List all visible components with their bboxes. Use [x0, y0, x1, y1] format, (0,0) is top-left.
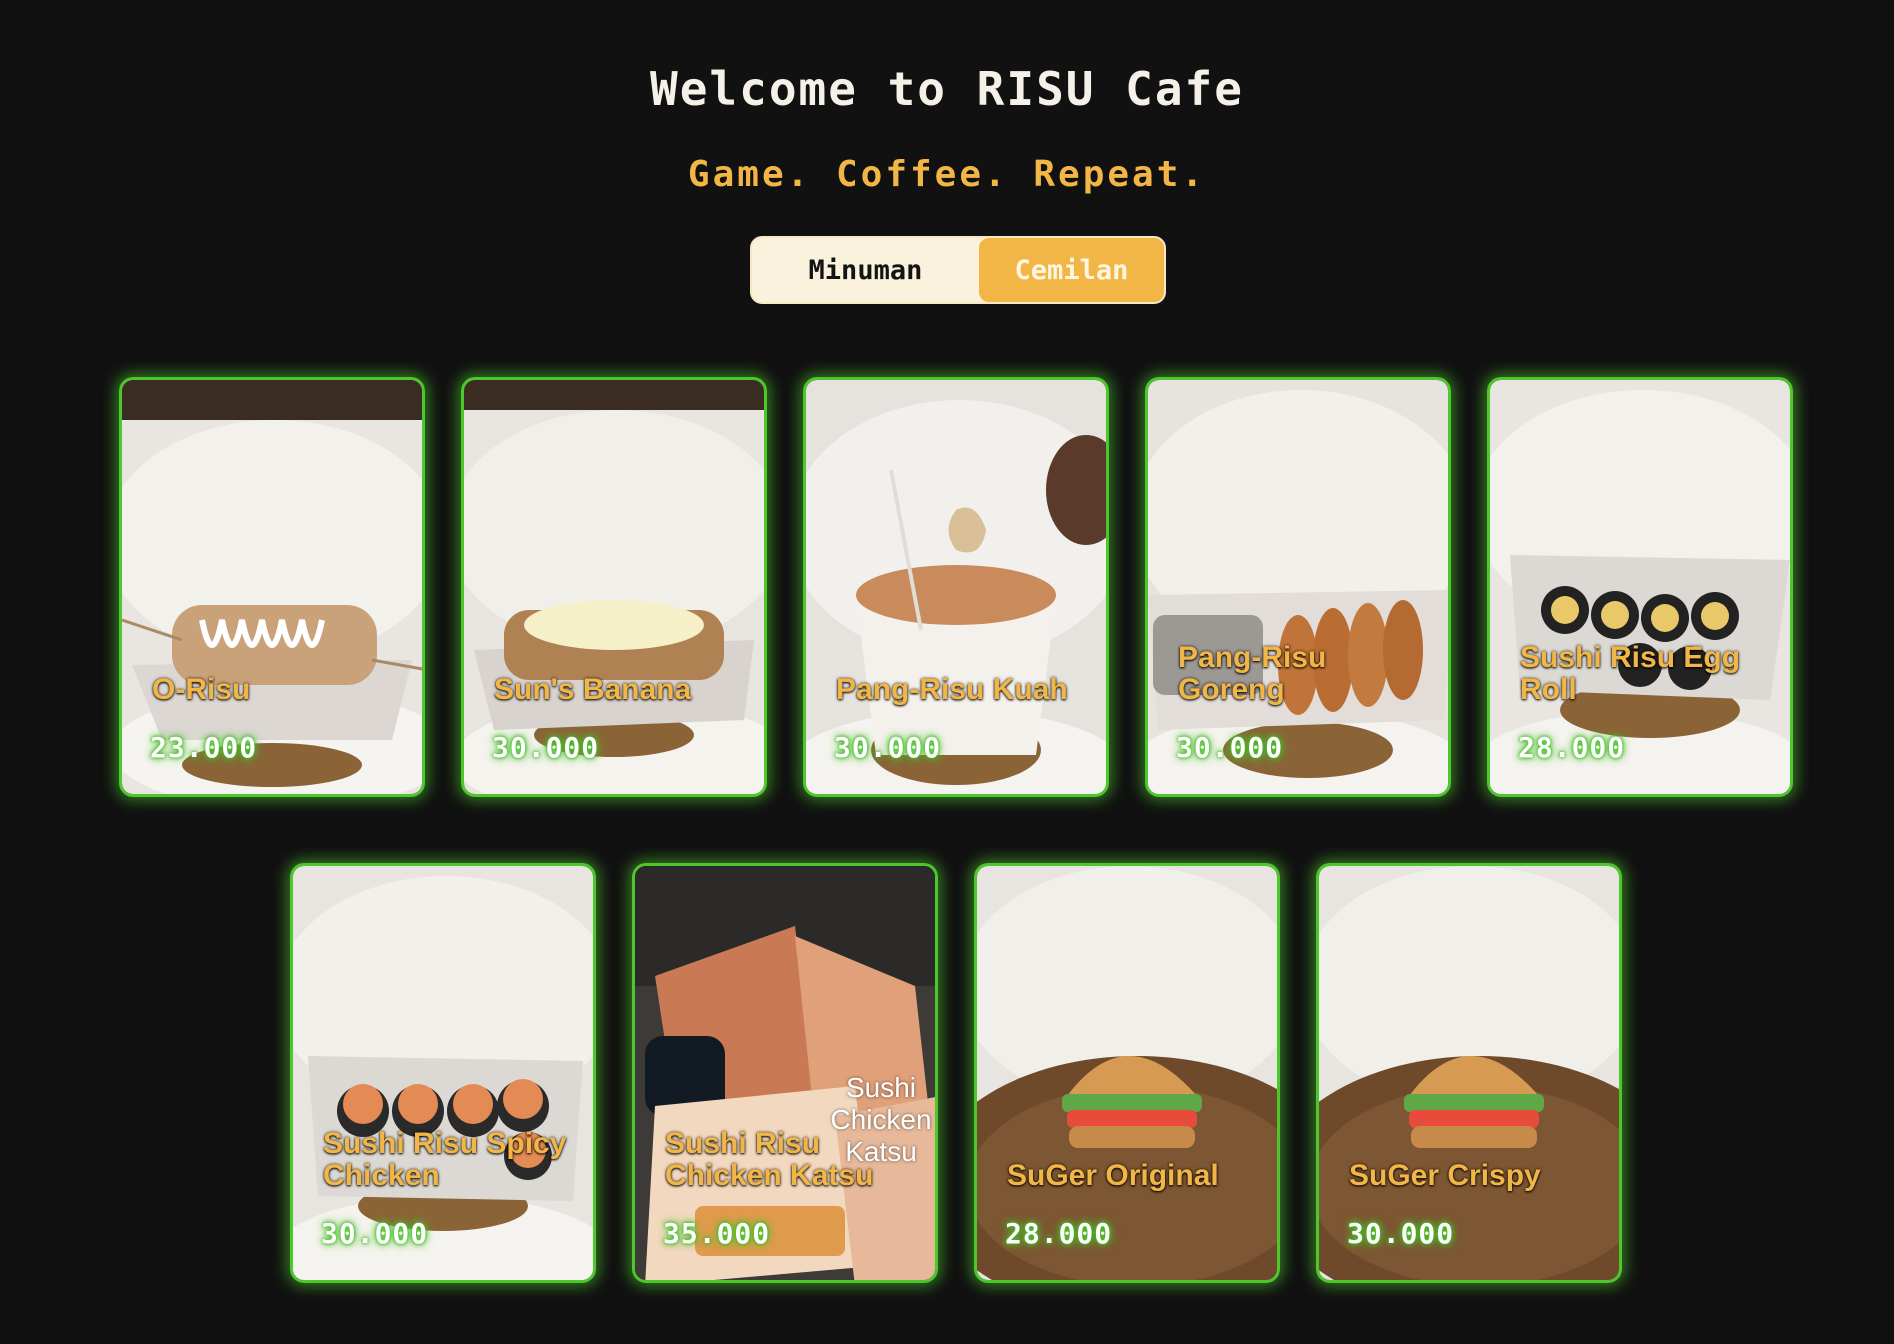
menu-item-price: 30.000	[492, 731, 600, 764]
menu-item-name: Sushi Risu Chicken Katsu	[665, 1127, 874, 1192]
menu-card-suger-crispy[interactable]: SuGer Crispy 30.000	[1316, 863, 1622, 1283]
menu-card-sushi-risu-chicken-katsu[interactable]: Sushi Chicken Katsu Sushi Risu Chicken K…	[632, 863, 938, 1283]
menu-item-name: Sushi Risu Spicy Chicken	[323, 1127, 567, 1192]
menu-item-price: 23.000	[150, 731, 258, 764]
page-title: Welcome to RISU Cafe	[650, 62, 1244, 116]
menu-item-price: 30.000	[321, 1217, 429, 1250]
menu-item-price: 30.000	[1176, 731, 1284, 764]
menu-item-price: 28.000	[1518, 731, 1626, 764]
tab-cemilan[interactable]: Cemilan	[978, 238, 1164, 302]
menu-card-o-risu[interactable]: O-Risu 23.000	[119, 377, 425, 797]
menu-item-name: O-Risu	[152, 673, 251, 706]
menu-item-price: 28.000	[1005, 1217, 1113, 1250]
menu-item-name: SuGer Original	[1007, 1159, 1219, 1192]
tab-minuman[interactable]: Minuman	[752, 238, 979, 302]
menu-item-name: Sun's Banana	[494, 673, 692, 706]
menu-card-pang-risu-kuah[interactable]: Pang-Risu Kuah 30.000	[803, 377, 1109, 797]
menu-item-name: Pang-Risu Kuah	[836, 673, 1068, 706]
menu-card-suns-banana[interactable]: Sun's Banana 30.000	[461, 377, 767, 797]
tagline: Game. Coffee. Repeat.	[687, 154, 1207, 195]
menu-item-name: SuGer Crispy	[1349, 1159, 1541, 1192]
menu-card-pang-risu-goreng[interactable]: Pang-Risu Goreng 30.000	[1145, 377, 1451, 797]
menu-item-price: 30.000	[834, 731, 942, 764]
menu-card-sushi-risu-spicy-chicken[interactable]: Sushi Risu Spicy Chicken 30.000	[290, 863, 596, 1283]
category-toggle: Minuman Cemilan	[750, 236, 1166, 304]
menu-card-sushi-risu-egg-roll[interactable]: Sushi Risu Egg Roll 28.000	[1487, 377, 1793, 797]
menu-item-price: 35.000	[663, 1217, 771, 1250]
menu-item-name: Pang-Risu Goreng	[1178, 641, 1327, 706]
menu-item-price: 30.000	[1347, 1217, 1455, 1250]
menu-card-suger-original[interactable]: SuGer Original 28.000	[974, 863, 1280, 1283]
menu-item-name: Sushi Risu Egg Roll	[1520, 641, 1741, 706]
